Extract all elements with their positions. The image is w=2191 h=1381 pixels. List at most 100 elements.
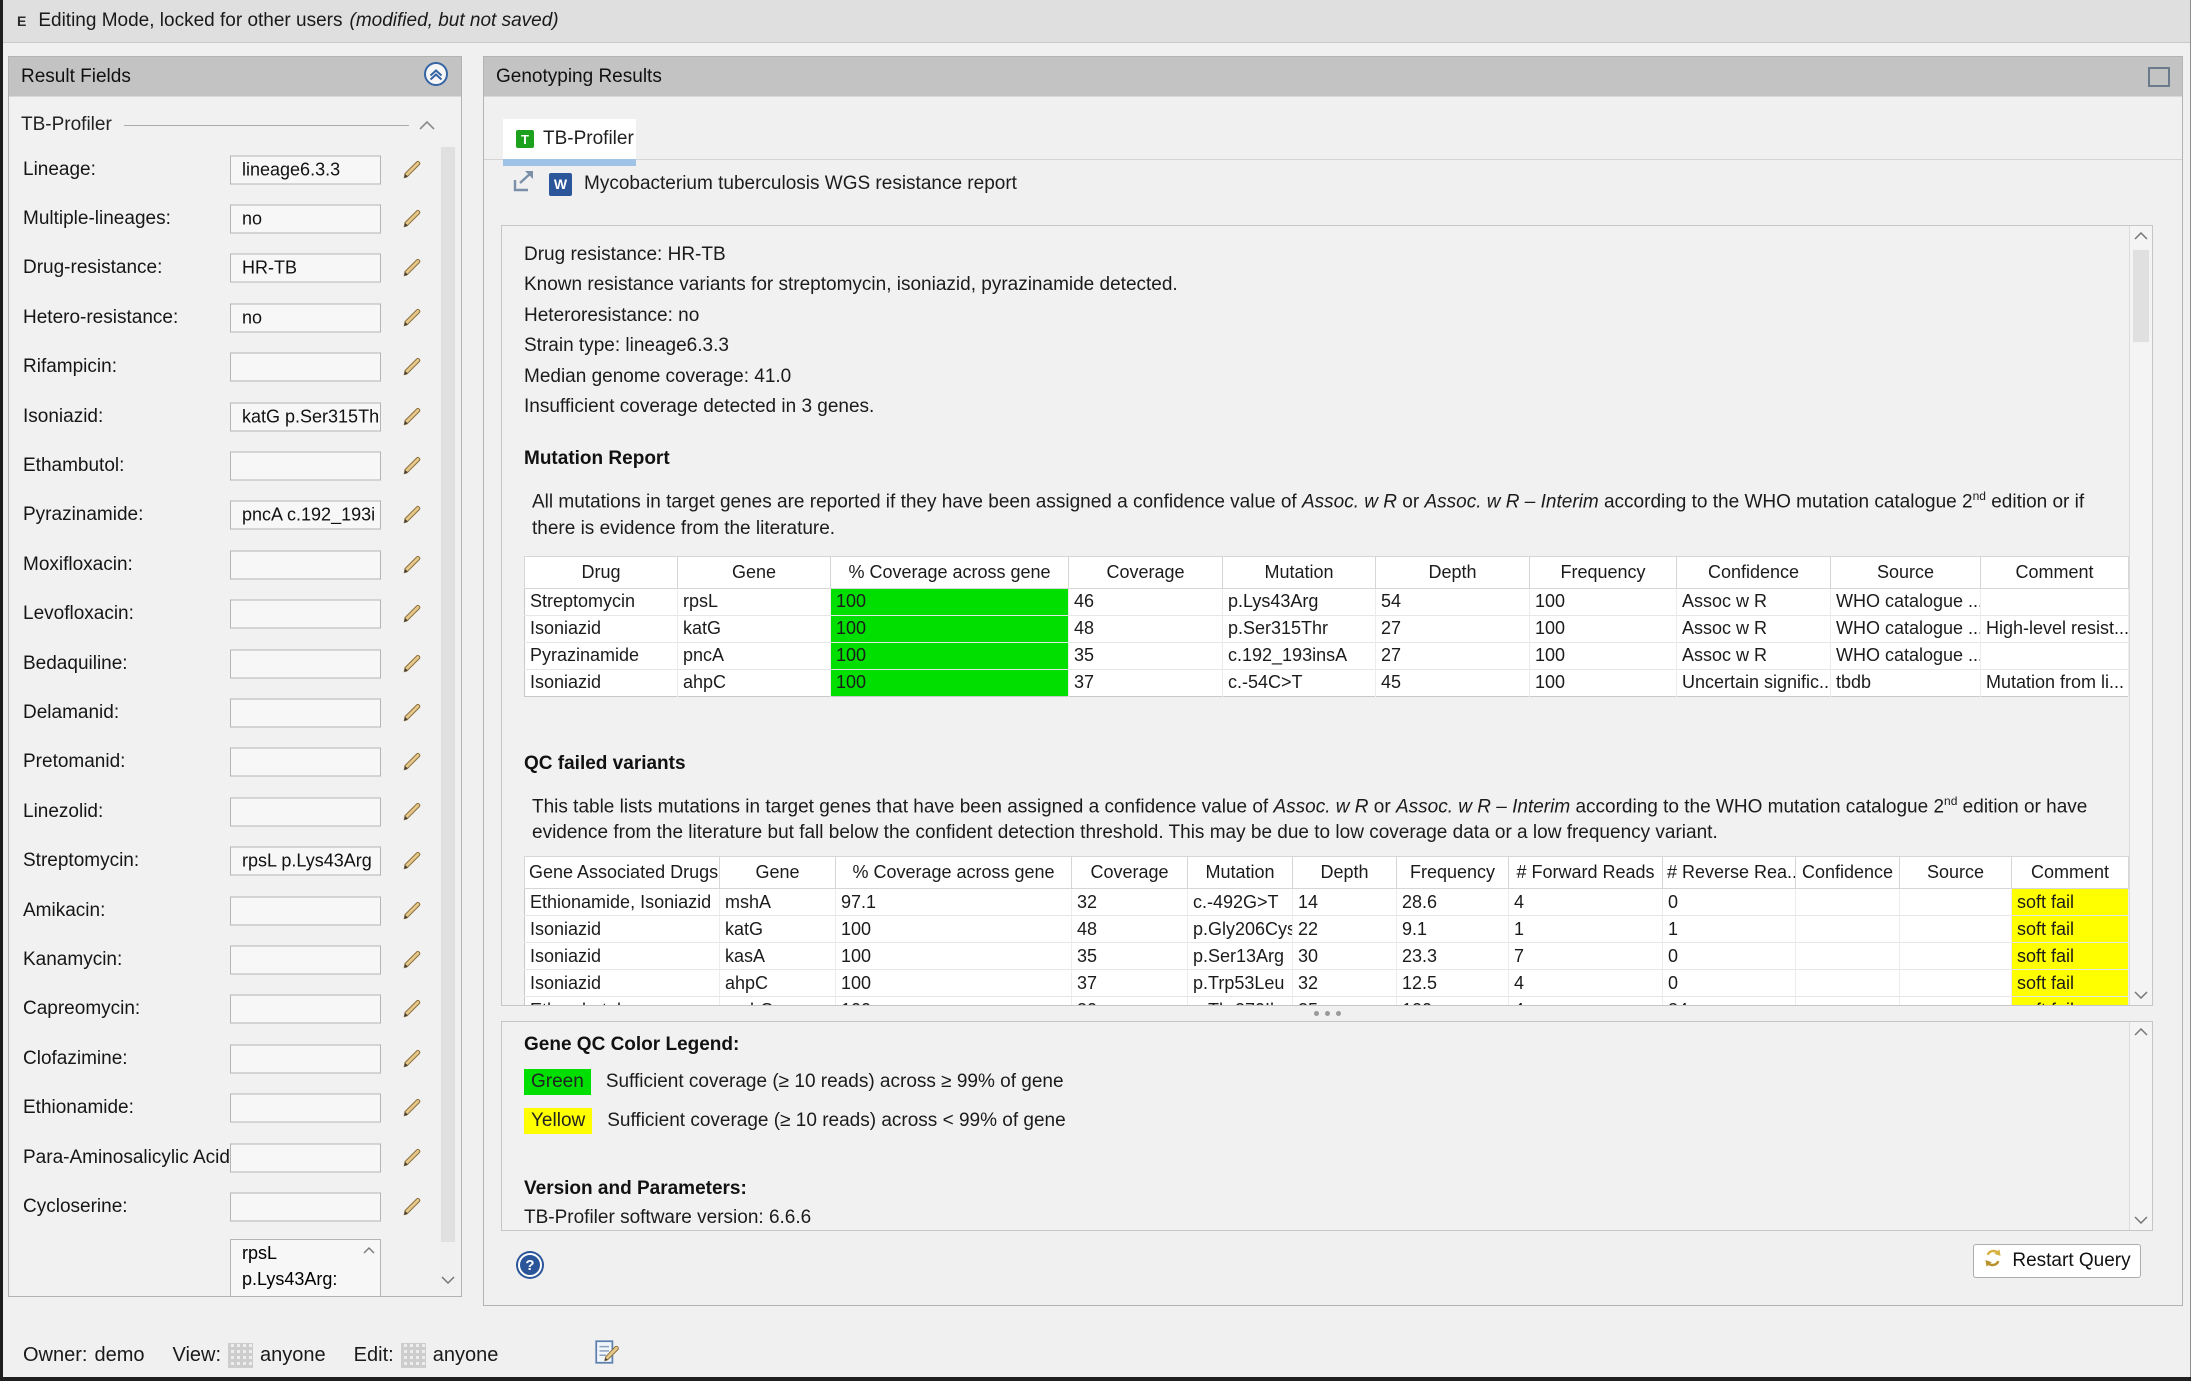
scrollbar-thumb[interactable] (441, 147, 455, 1242)
scrollbar-track[interactable] (2129, 1022, 2152, 1230)
field-input[interactable] (230, 995, 381, 1024)
export-icon[interactable] (511, 169, 537, 199)
field-input[interactable] (230, 452, 381, 481)
edit-pencil-icon[interactable] (401, 653, 423, 675)
splitter-handle[interactable] (501, 1008, 2153, 1018)
column-header[interactable]: Coverage (1069, 556, 1223, 588)
scrollbar-thumb[interactable] (2133, 250, 2149, 342)
edit-pencil-icon[interactable] (401, 554, 423, 576)
column-header[interactable]: Frequency (1530, 556, 1677, 588)
edit-pencil-icon[interactable] (401, 1048, 423, 1070)
table-row[interactable]: IsoniazidkasA10035p.Ser13Arg3023.370soft… (525, 943, 2129, 970)
mutations-textarea[interactable]: rpsLp.Lys43Arg: (230, 1239, 381, 1297)
table-row[interactable]: StreptomycinrpsL10046p.Lys43Arg54100Asso… (525, 588, 2129, 615)
scrollbar-track[interactable] (439, 145, 457, 1290)
edit-permissions-icon[interactable] (594, 1338, 620, 1372)
edit-pencil-icon[interactable] (401, 159, 423, 181)
column-header[interactable]: Depth (1293, 857, 1397, 889)
edit-pencil-icon[interactable] (401, 1196, 423, 1218)
column-header[interactable]: Gene Associated Drugs (525, 857, 720, 889)
edit-pencil-icon[interactable] (401, 257, 423, 279)
edit-pencil-icon[interactable] (401, 455, 423, 477)
field-input[interactable] (230, 1192, 381, 1221)
field-input[interactable] (230, 600, 381, 629)
table-row[interactable]: IsoniazidahpC10037p.Trp53Leu3212.540soft… (525, 970, 2129, 997)
field-input[interactable]: HR-TB (230, 254, 381, 283)
field-input[interactable] (230, 945, 381, 974)
field-input[interactable] (230, 550, 381, 579)
scrollbar-down-button[interactable] (439, 1272, 457, 1288)
edit-pencil-icon[interactable] (401, 949, 423, 971)
edit-pencil-icon[interactable] (401, 307, 423, 329)
column-header[interactable]: Comment (1981, 556, 2129, 588)
table-row[interactable]: PyrazinamidepncA10035c.192_193insA27100A… (525, 642, 2129, 669)
word-document-icon[interactable]: W (549, 173, 572, 196)
group-collapse-chevron-icon[interactable] (419, 114, 435, 136)
field-input[interactable]: lineage6.3.3 (230, 155, 381, 184)
help-icon[interactable]: ? (518, 1253, 542, 1277)
table-row[interactable]: IsoniazidahpC10037c.-54C>T45100Uncertain… (525, 669, 2129, 696)
edit-pencil-icon[interactable] (401, 900, 423, 922)
field-input[interactable]: pncA c.192_193i (230, 501, 381, 530)
edit-pencil-icon[interactable] (401, 751, 423, 773)
edit-pencil-icon[interactable] (401, 356, 423, 378)
column-header[interactable]: Mutation (1188, 857, 1293, 889)
table-row[interactable]: EthambutolembC10030p.Thr270Ile25100424so… (525, 997, 2129, 1005)
column-header[interactable]: Mutation (1223, 556, 1376, 588)
column-header[interactable]: % Coverage across gene (836, 857, 1072, 889)
column-header[interactable]: Depth (1376, 556, 1530, 588)
field-input[interactable] (230, 797, 381, 826)
intro-italic: Assoc. w R (1273, 796, 1368, 817)
spinner-up-icon[interactable] (361, 1243, 377, 1257)
field-input[interactable] (230, 1044, 381, 1073)
column-header[interactable]: Frequency (1397, 857, 1509, 889)
field-input[interactable]: rpsL p.Lys43Arg (230, 847, 381, 876)
table-row[interactable]: IsoniazidkatG10048p.Ser315Thr27100Assoc … (525, 615, 2129, 642)
table-row[interactable]: Ethionamide, IsoniazidmshA97.132c.-492G>… (525, 889, 2129, 916)
collapse-all-icon[interactable] (423, 61, 449, 93)
field-input[interactable] (230, 649, 381, 678)
field-input[interactable]: no (230, 205, 381, 234)
edit-pencil-icon[interactable] (401, 208, 423, 230)
edit-pencil-icon[interactable] (401, 850, 423, 872)
table-cell: 97.1 (836, 889, 1072, 916)
field-input[interactable] (230, 748, 381, 777)
column-header[interactable]: % Coverage across gene (831, 556, 1069, 588)
column-header[interactable]: Source (1831, 556, 1981, 588)
field-input[interactable] (230, 1094, 381, 1123)
column-header[interactable]: Drug (525, 556, 678, 588)
column-header[interactable]: # Reverse Rea... (1663, 857, 1796, 889)
column-header[interactable]: Source (1900, 857, 2012, 889)
column-header[interactable]: Coverage (1072, 857, 1188, 889)
column-header[interactable]: Comment (2012, 857, 2129, 889)
column-header[interactable]: Confidence (1677, 556, 1831, 588)
edit-pencil-icon[interactable] (401, 801, 423, 823)
field-input[interactable]: no (230, 303, 381, 332)
restart-query-button[interactable]: Restart Query (1973, 1244, 2141, 1278)
field-input[interactable] (230, 1143, 381, 1172)
field-input[interactable] (230, 896, 381, 925)
tab-tb-profiler[interactable]: T TB-Profiler (503, 119, 636, 159)
edit-pencil-icon[interactable] (401, 998, 423, 1020)
edit-pencil-icon[interactable] (401, 406, 423, 428)
report-title-link[interactable]: Mycobacterium tuberculosis WGS resistanc… (584, 173, 1017, 195)
field-input[interactable]: katG p.Ser315Th (230, 402, 381, 431)
edit-pencil-icon[interactable] (401, 1147, 423, 1169)
field-input[interactable] (230, 698, 381, 727)
maximize-icon[interactable] (2148, 67, 2170, 87)
column-header[interactable]: # Forward Reads (1509, 857, 1663, 889)
column-header[interactable]: Gene (678, 556, 831, 588)
scrollbar-up-button[interactable] (2130, 1024, 2152, 1040)
edit-pencil-icon[interactable] (401, 1097, 423, 1119)
scrollbar-up-button[interactable] (2130, 228, 2152, 244)
edit-pencil-icon[interactable] (401, 702, 423, 724)
column-header[interactable]: Gene (720, 857, 836, 889)
scrollbar-track[interactable] (2129, 226, 2152, 1005)
scrollbar-down-button[interactable] (2130, 1212, 2152, 1228)
edit-pencil-icon[interactable] (401, 504, 423, 526)
edit-pencil-icon[interactable] (401, 603, 423, 625)
scrollbar-down-button[interactable] (2130, 987, 2152, 1003)
field-input[interactable] (230, 353, 381, 382)
column-header[interactable]: Confidence (1796, 857, 1900, 889)
table-row[interactable]: IsoniazidkatG10048p.Gly206Cys229.111soft… (525, 916, 2129, 943)
